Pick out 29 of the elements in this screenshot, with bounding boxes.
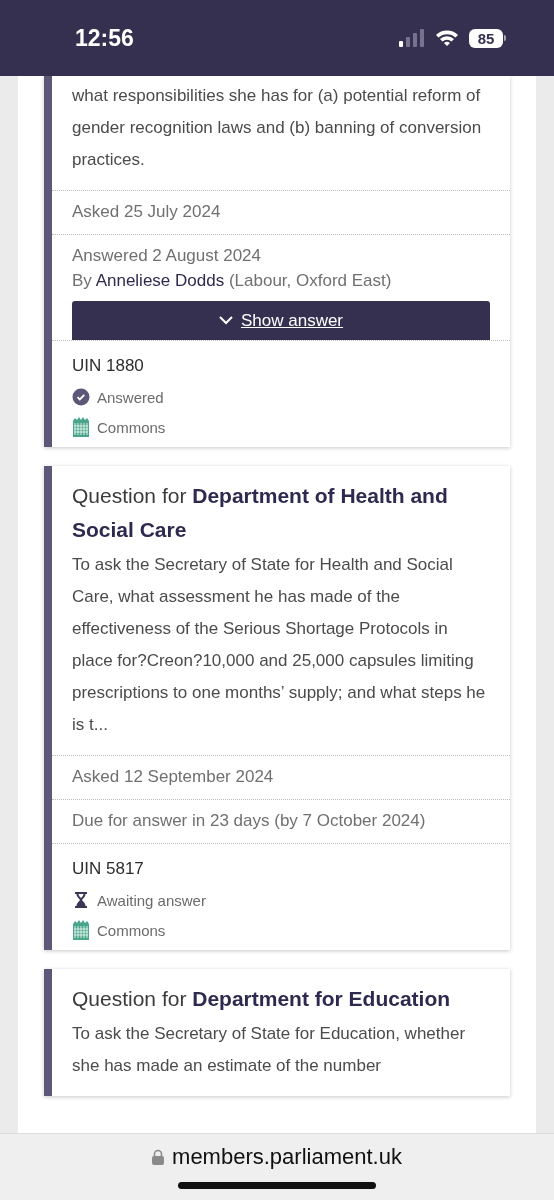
question-text: To ask the Secretary of State for Education, whether she has made an estimate of the number: [71, 1023, 467, 1077]
hourglass-icon: [72, 891, 90, 909]
check-circle-icon: [72, 388, 90, 406]
house-label: Commons: [97, 418, 166, 436]
question-text: what responsibilities she has for (a) potential reform of gender recognition laws and (b) banning of conversion practices.: [71, 85, 483, 171]
due-date: Due for answer in 23 days (by 7 October 2024): [72, 810, 427, 832]
asked-date: Asked 25 July 2024: [72, 201, 222, 223]
chevron-down-icon: [218, 316, 233, 325]
uin-number: UIN 1880: [72, 355, 145, 377]
battery-indicator: 85: [469, 28, 506, 48]
portcullis-icon: [72, 417, 90, 437]
answered-by-text: By Anneliese Dodds (Labour, Oxford East): [72, 270, 393, 292]
status-label: Answered: [97, 388, 164, 406]
wifi-icon: [435, 29, 459, 47]
asked-date: Asked 12 September 2024: [72, 766, 275, 788]
house-label: Commons: [97, 921, 166, 939]
member-link[interactable]: Anneliese Dodds: [95, 271, 225, 290]
answered-date: Answered 2 August 2024: [72, 245, 263, 267]
uin-number: UIN 5817: [72, 858, 145, 880]
status-label: Awaiting answer: [97, 891, 206, 909]
lock-icon: [152, 1149, 165, 1165]
question-title: Question for Department of Health and Social Care: [71, 483, 449, 543]
question-title: Question for Department for Education: [71, 986, 452, 1012]
url-address[interactable]: members.parliament.uk: [172, 1144, 402, 1170]
portcullis-icon: [72, 920, 90, 940]
show-answer-button[interactable]: Show answer: [72, 301, 490, 340]
signal-icon: [399, 29, 425, 47]
clock-time: 12:56: [75, 24, 135, 52]
question-text: To ask the Secretary of State for Health and Social Care, what assessment he has made of the effectiveness of the Serious Shortage Protocols in place for?Creon?10,000 and 25,000 capsules limiting prescriptions to one months’ supply; and what steps he is t...: [71, 554, 487, 736]
